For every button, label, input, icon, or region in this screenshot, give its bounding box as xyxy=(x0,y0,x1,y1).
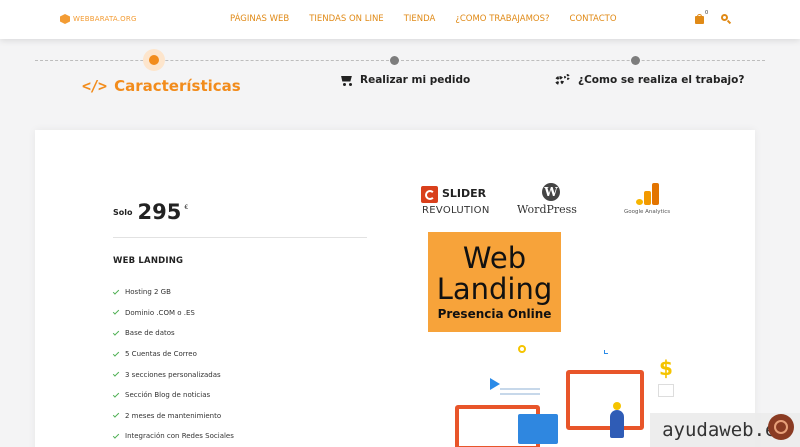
step-indicator-3[interactable] xyxy=(631,56,640,65)
nav-item-tienda[interactable]: TIENDA xyxy=(404,14,436,24)
wordpress-logo: W WordPress xyxy=(517,183,587,216)
nav-item-paginas-web[interactable]: PÁGINAS WEB xyxy=(230,14,289,24)
feature-label: Hosting 2 GB xyxy=(125,288,171,297)
gears-icon xyxy=(555,74,570,86)
chart-lines-graphic xyxy=(500,388,540,400)
slider-revolution-icon xyxy=(421,186,438,203)
check-icon xyxy=(112,308,120,316)
check-icon xyxy=(112,411,120,419)
slider-revolution-title: SLIDER xyxy=(442,187,487,200)
price-amount: 295 xyxy=(137,200,182,224)
google-analytics-logo: Google Analytics xyxy=(624,183,676,215)
list-item: Integración con Redes Sociales xyxy=(112,426,234,447)
person-graphic xyxy=(610,402,624,438)
browser-window-graphic xyxy=(566,370,644,430)
cart-icon xyxy=(339,75,352,86)
check-icon xyxy=(112,329,120,336)
price-block: Solo 295 € xyxy=(113,202,188,223)
search-icon[interactable] xyxy=(721,14,732,25)
site-header: WEBBARATA.ORG PÁGINAS WEB TIENDAS ON LIN… xyxy=(0,0,800,39)
list-item: Sección Blog de noticias xyxy=(112,385,234,406)
price-divider xyxy=(113,237,367,238)
magnifier-icon xyxy=(518,345,526,353)
feature-list: Hosting 2 GB Dominio .COM o .ES Base de … xyxy=(112,282,234,447)
tab-como-se-realiza[interactable]: ¿Como se realiza el trabajo? xyxy=(555,74,744,86)
google-analytics-text: Google Analytics xyxy=(624,209,671,215)
feature-label: Base de datos xyxy=(125,329,175,338)
tab-label: ¿Como se realiza el trabajo? xyxy=(578,74,745,86)
price-prefix: Solo xyxy=(113,208,133,217)
blue-panel-graphic xyxy=(518,414,558,444)
list-item: Dominio .COM o .ES xyxy=(112,303,234,324)
nav-item-tiendas-online[interactable]: TIENDAS ON LINE xyxy=(309,14,383,24)
list-item: Hosting 2 GB xyxy=(112,282,234,303)
nav-item-como-trabajamos[interactable]: ¿COMO TRABAJAMOS? xyxy=(455,14,549,24)
web-landing-banner: Web Landing Presencia Online xyxy=(428,232,561,332)
check-icon xyxy=(112,370,120,377)
wordpress-icon: W xyxy=(542,183,560,201)
feature-label: 3 secciones personalizadas xyxy=(125,370,221,379)
step-indicator-active[interactable] xyxy=(143,49,165,71)
chat-bubble-icon[interactable] xyxy=(768,414,794,440)
nav-item-contacto[interactable]: CONTACTO xyxy=(570,14,617,24)
plan-title: WEB LANDING xyxy=(113,256,184,266)
tab-caracteristicas[interactable]: </> Características xyxy=(82,77,241,95)
feature-label: Sección Blog de noticias xyxy=(125,391,211,400)
main-nav: PÁGINAS WEB TIENDAS ON LINE TIENDA ¿COMO… xyxy=(230,14,637,24)
list-item: 3 secciones personalizadas xyxy=(112,364,234,385)
check-icon xyxy=(112,391,120,398)
slider-revolution-subtitle: REVOLUTION xyxy=(422,205,490,216)
feature-label: 2 meses de mantenimiento xyxy=(125,411,222,420)
list-item: 5 Cuentas de Correo xyxy=(112,344,234,365)
wordpress-text: WordPress xyxy=(517,203,577,216)
banner-line-landing: Landing xyxy=(436,271,553,306)
tab-realizar-pedido[interactable]: Realizar mi pedido xyxy=(339,74,470,86)
sparkle-icon xyxy=(604,350,608,354)
feature-label: Dominio .COM o .ES xyxy=(125,308,195,317)
google-analytics-icon xyxy=(636,183,676,205)
logo-text: WEBBARATA.ORG xyxy=(73,15,137,23)
price-currency: € xyxy=(184,204,189,211)
check-icon xyxy=(112,288,120,295)
banner-line-web: Web xyxy=(462,241,527,276)
shopping-bag-icon[interactable] xyxy=(695,14,705,24)
logo-icon xyxy=(60,14,70,24)
code-icon: </> xyxy=(82,77,107,95)
tab-label: Realizar mi pedido xyxy=(360,74,471,86)
check-icon xyxy=(112,432,120,439)
banner-line-presencia: Presencia Online xyxy=(437,306,552,321)
play-icon xyxy=(490,378,500,390)
feature-label: Integración con Redes Sociales xyxy=(125,432,234,441)
step-indicator-2[interactable] xyxy=(390,56,399,65)
mini-card-graphic xyxy=(658,384,674,397)
cart-count-badge: 0 xyxy=(705,10,709,16)
tab-label: Características xyxy=(114,77,241,95)
check-icon xyxy=(112,349,120,357)
list-item: 2 meses de mantenimiento xyxy=(112,406,234,427)
feature-label: 5 Cuentas de Correo xyxy=(125,350,197,359)
dollar-icon: $ xyxy=(659,356,673,380)
site-logo[interactable]: WEBBARATA.ORG xyxy=(60,14,137,24)
list-item: Base de datos xyxy=(112,323,234,344)
